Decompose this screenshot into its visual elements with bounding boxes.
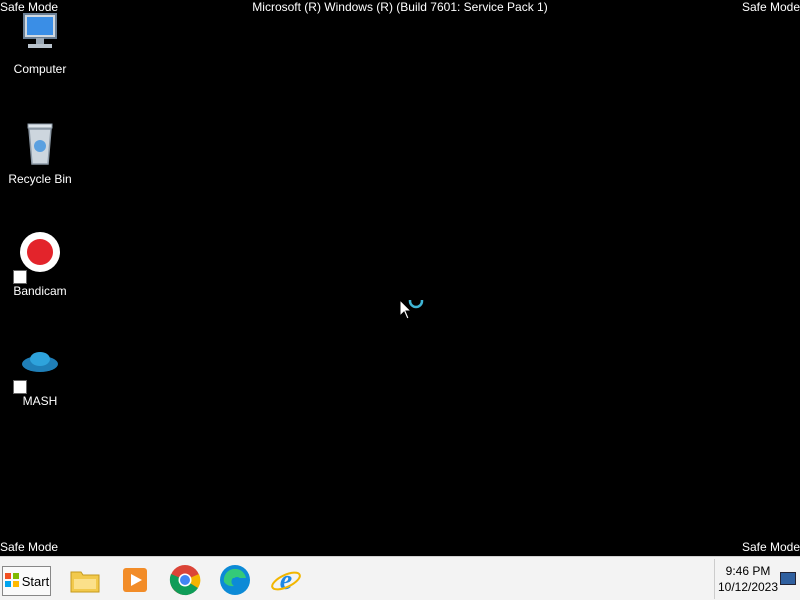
- svg-text:e: e: [280, 565, 292, 596]
- media-player-icon[interactable]: [118, 563, 152, 597]
- start-button[interactable]: Start: [2, 566, 51, 596]
- clock-date: 10/12/2023: [717, 580, 779, 594]
- desktop-icon-label: Bandicam: [13, 284, 67, 298]
- computer-icon: [16, 10, 64, 58]
- desktop-icon-label: Recycle Bin: [8, 172, 72, 186]
- safe-mode-label-bottom-right: Safe Mode: [741, 540, 800, 554]
- desktop-icon-computer[interactable]: Computer: [0, 10, 80, 76]
- show-desktop-icon[interactable]: [780, 572, 796, 585]
- busy-cursor-icon: [399, 293, 426, 329]
- desktop-icon-bandicam[interactable]: Bandicam: [0, 232, 80, 298]
- internet-explorer-icon[interactable]: e: [269, 563, 303, 597]
- mash-icon: [13, 342, 64, 394]
- bandicam-icon: [13, 232, 64, 284]
- shortcut-arrow-icon: [13, 380, 27, 394]
- taskbar: Start e 9:46 PM 10/12/2023: [0, 556, 800, 600]
- start-label: Start: [21, 573, 50, 589]
- edge-icon[interactable]: [218, 563, 252, 597]
- system-tray: 9:46 PM 10/12/2023: [714, 559, 800, 599]
- desktop-icon-recycle-bin[interactable]: Recycle Bin: [0, 120, 80, 186]
- chrome-icon[interactable]: [168, 563, 202, 597]
- recycle-bin-icon: [16, 120, 64, 168]
- file-explorer-icon[interactable]: [68, 563, 102, 597]
- clock-time: 9:46 PM: [725, 564, 771, 578]
- safe-mode-label-bottom-left: Safe Mode: [0, 540, 59, 554]
- desktop-icon-label: Computer: [13, 62, 67, 76]
- desktop-icon-label: MASH: [22, 394, 58, 408]
- windows-build-title: Microsoft (R) Windows (R) (Build 7601: S…: [252, 0, 548, 14]
- desktop-icon-mash[interactable]: MASH: [0, 342, 80, 408]
- shortcut-arrow-icon: [13, 270, 27, 284]
- clock[interactable]: 9:46 PM 10/12/2023: [717, 563, 779, 595]
- windows-logo-icon: [4, 572, 20, 591]
